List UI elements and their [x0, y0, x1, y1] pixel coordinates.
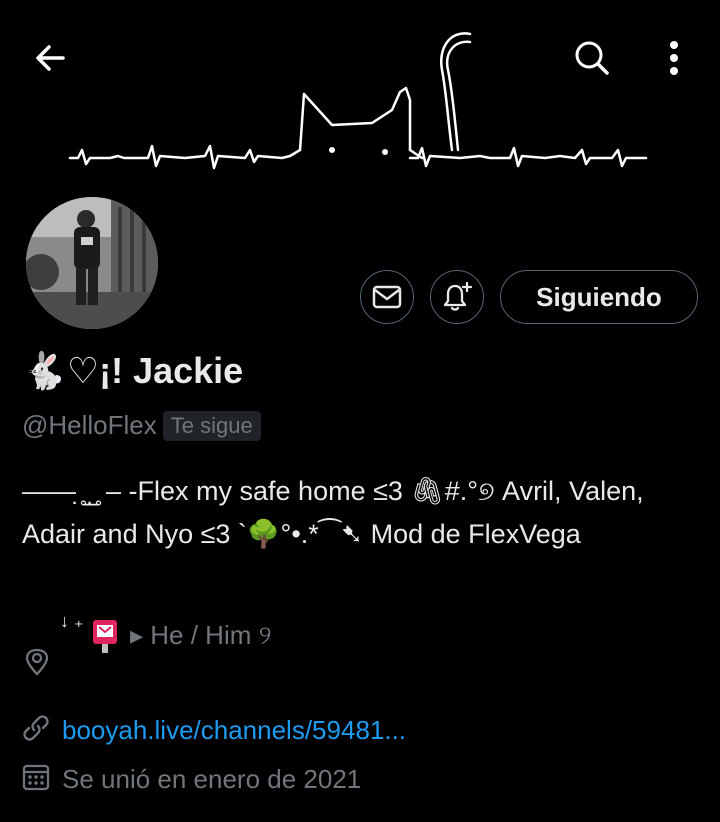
location-pin-icon	[24, 648, 50, 681]
message-button[interactable]	[360, 270, 414, 324]
search-icon	[575, 41, 609, 75]
profile-banner[interactable]	[0, 0, 720, 190]
website-link[interactable]: booyah.live/channels/59481...	[62, 715, 406, 746]
location-decoration: ↓ ₊	[60, 611, 84, 631]
search-button[interactable]	[568, 34, 616, 82]
following-button[interactable]: Siguiendo	[500, 270, 698, 324]
more-vertical-icon	[670, 41, 678, 75]
follows-you-badge: Te sigue	[162, 410, 261, 441]
back-button[interactable]	[26, 34, 74, 82]
handle-row: @HelloFlex Te sigue	[22, 410, 261, 441]
profile-avatar[interactable]	[22, 193, 162, 333]
notifications-button[interactable]	[430, 270, 484, 324]
website-row: booyah.live/channels/59481...	[22, 714, 406, 747]
username-handle: @HelloFlex	[22, 410, 157, 440]
bell-plus-icon	[443, 281, 473, 311]
calendar-icon	[22, 763, 50, 796]
avatar-photo	[26, 197, 158, 329]
joined-date: Se unió en enero de 2021	[62, 764, 362, 794]
joined-row: Se unió en enero de 2021	[22, 763, 361, 796]
display-name: 🐇♡¡! Jackie	[22, 350, 244, 391]
profile-bio: —— ̣̥ ̲ ̣̥ – -Flex my safe home ≤3 🖇#.°୭…	[22, 476, 644, 549]
link-icon	[22, 714, 50, 747]
postbox-icon	[90, 618, 120, 659]
banner-heartbeat-cat-art	[68, 32, 648, 170]
arrow-left-icon	[36, 45, 65, 71]
more-options-button[interactable]	[650, 34, 698, 82]
location-row: ↓ ₊ ▸ He / Him ୨	[22, 611, 702, 676]
location-text: ▸ He / Him ୨	[130, 620, 272, 650]
envelope-icon	[372, 285, 402, 309]
